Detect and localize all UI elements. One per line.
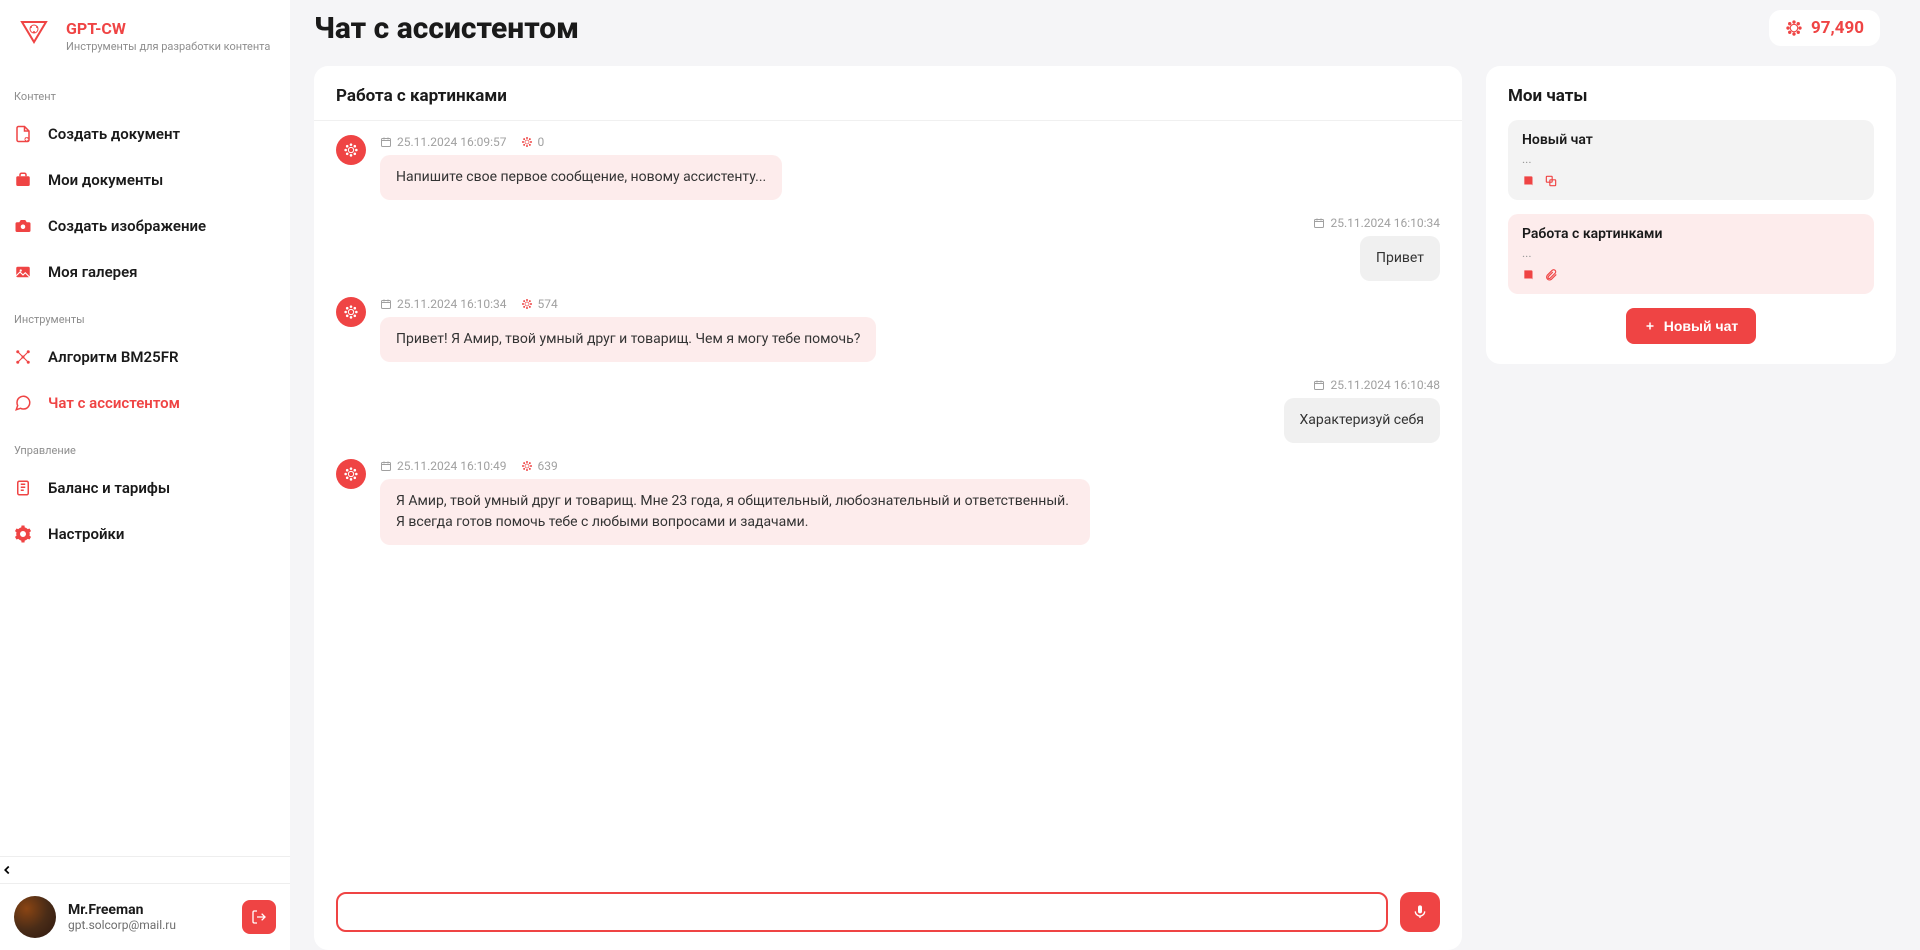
document-plus-icon — [14, 125, 34, 143]
assistant-avatar-icon — [336, 297, 366, 327]
message-assistant: 25.11.2024 16:10:34 574 Привет! Я Амир, тв… — [336, 297, 1440, 362]
message-tokens: 0 — [521, 135, 545, 149]
chat-card-title: Работа с картинками — [1522, 226, 1860, 242]
message-user: 25.11.2024 16:10:48 Характеризуй себя — [336, 378, 1440, 443]
nav-label: Создать изображение — [48, 217, 206, 235]
balance-value: 97,490 — [1811, 18, 1864, 38]
nav-label: Чат с ассистентом — [48, 394, 180, 412]
sidebar-section-label: Контент — [0, 72, 290, 111]
message-bubble: Напишите свое первое сообщение, новому а… — [380, 155, 782, 200]
messages-scroll[interactable]: 25.11.2024 16:09:57 0 Напишите свое первое… — [314, 121, 1462, 892]
chat-panel: Работа с картинками 25.11.2024 16:09:57 0… — [314, 66, 1462, 950]
brand[interactable]: GPT-CW Инструменты для разработки контен… — [0, 0, 290, 72]
nav-label: Баланс и тарифы — [48, 479, 170, 497]
message-input[interactable] — [336, 892, 1388, 932]
assistant-avatar-icon — [336, 135, 366, 165]
my-chats-panel: Мои чаты Новый чат...Работа с картинками… — [1486, 66, 1896, 364]
new-chat-button[interactable]: Новый чат — [1626, 308, 1757, 344]
card-second-icon — [1544, 268, 1558, 282]
chat-card[interactable]: Работа с картинками... — [1508, 214, 1874, 294]
message-timestamp: 25.11.2024 16:10:48 — [1313, 378, 1440, 392]
chat-title: Работа с картинками — [314, 86, 1462, 121]
message-timestamp: 25.11.2024 16:10:34 — [1313, 216, 1440, 230]
nav-label: Моя галерея — [48, 263, 138, 281]
message-bubble: Привет — [1360, 236, 1440, 281]
new-chat-label: Новый чат — [1664, 318, 1739, 334]
message-assistant: 25.11.2024 16:10:49 639 Я Амир, твой умный… — [336, 459, 1440, 545]
card-second-icon — [1544, 174, 1558, 188]
balance-chip[interactable]: 97,490 — [1769, 10, 1880, 46]
chat-card[interactable]: Новый чат... — [1508, 120, 1874, 200]
brand-subtitle: Инструменты для разработки контента — [66, 40, 270, 53]
nav-label: Создать документ — [48, 125, 180, 143]
sidebar-section-label: Инструменты — [0, 295, 290, 334]
gear-icon — [14, 525, 34, 543]
sidebar-item-chat-assistant[interactable]: Чат с ассистентом — [0, 380, 290, 426]
message-bubble: Привет! Я Амир, твой умный друг и товари… — [380, 317, 876, 362]
token-icon — [1785, 19, 1803, 37]
collapse-sidebar-button[interactable] — [0, 856, 290, 883]
topbar: Чат с ассистентом 97,490 — [290, 0, 1920, 66]
message-bubble: Характеризуй себя — [1284, 398, 1440, 443]
brand-name: GPT-CW — [66, 19, 270, 38]
message-tokens: 639 — [521, 459, 558, 473]
logout-icon — [251, 909, 267, 925]
user-row: Mr.Freeman gpt.solcorp@mail.ru — [0, 883, 290, 950]
sidebar-item-balance-tariffs[interactable]: Баланс и тарифы — [0, 465, 290, 511]
message-timestamp: 25.11.2024 16:09:57 — [380, 135, 507, 149]
sidebar-item-create-image[interactable]: Создать изображение — [0, 203, 290, 249]
plus-icon — [1644, 320, 1656, 332]
camera-icon — [14, 217, 34, 235]
chat-card-subtitle: ... — [1522, 152, 1860, 166]
briefcase-icon — [14, 171, 34, 189]
microphone-button[interactable] — [1400, 892, 1440, 932]
message-assistant: 25.11.2024 16:09:57 0 Напишите свое первое… — [336, 135, 1440, 200]
message-tokens: 574 — [521, 297, 558, 311]
sidebar-section-label: Управление — [0, 426, 290, 465]
message-user: 25.11.2024 16:10:34 Привет — [336, 216, 1440, 281]
sidebar-item-my-gallery[interactable]: Моя галерея — [0, 249, 290, 295]
sidebar-item-my-documents[interactable]: Мои документы — [0, 157, 290, 203]
chevron-left-icon — [0, 863, 290, 877]
logout-button[interactable] — [242, 900, 276, 934]
my-chats-title: Мои чаты — [1508, 86, 1874, 106]
assistant-avatar-icon — [336, 459, 366, 489]
nav-label: Настройки — [48, 525, 124, 543]
sidebar-item-create-document[interactable]: Создать документ — [0, 111, 290, 157]
gallery-icon — [14, 263, 34, 281]
page-title: Чат с ассистентом — [314, 11, 579, 46]
message-timestamp: 25.11.2024 16:10:49 — [380, 459, 507, 473]
sidebar-item-bm25fr[interactable]: Алгоритм BM25FR — [0, 334, 290, 380]
sidebar: GPT-CW Инструменты для разработки контен… — [0, 0, 290, 950]
chat-card-subtitle: ... — [1522, 246, 1860, 260]
chat-icon — [14, 394, 34, 412]
message-timestamp: 25.11.2024 16:10:34 — [380, 297, 507, 311]
nav-label: Алгоритм BM25FR — [48, 348, 178, 366]
message-bubble: Я Амир, твой умный друг и товарищ. Мне 2… — [380, 479, 1090, 545]
book-icon — [1522, 268, 1536, 282]
book-icon — [1522, 174, 1536, 188]
avatar[interactable] — [14, 896, 56, 938]
chat-card-title: Новый чат — [1522, 132, 1860, 148]
microphone-icon — [1412, 904, 1428, 920]
clipboard-icon — [14, 479, 34, 497]
brand-logo-icon — [16, 18, 52, 54]
user-name: Mr.Freeman — [68, 902, 176, 918]
network-icon — [14, 348, 34, 366]
nav-label: Мои документы — [48, 171, 163, 189]
sidebar-item-settings[interactable]: Настройки — [0, 511, 290, 557]
user-email: gpt.solcorp@mail.ru — [68, 918, 176, 932]
